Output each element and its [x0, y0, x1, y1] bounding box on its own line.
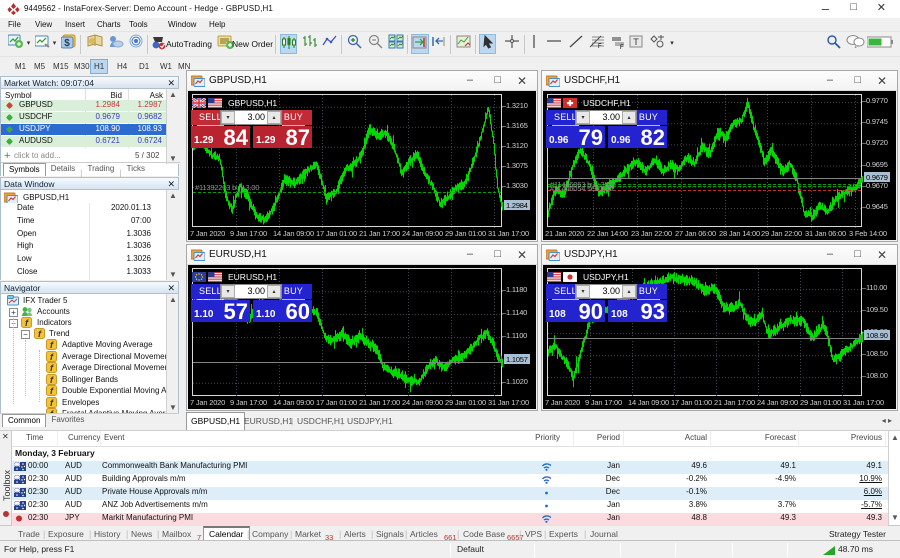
svg-text:F: F — [620, 45, 624, 49]
svg-text:F: F — [598, 44, 602, 49]
svg-text:T: T — [633, 37, 639, 47]
svg-text:$: $ — [64, 38, 70, 49]
